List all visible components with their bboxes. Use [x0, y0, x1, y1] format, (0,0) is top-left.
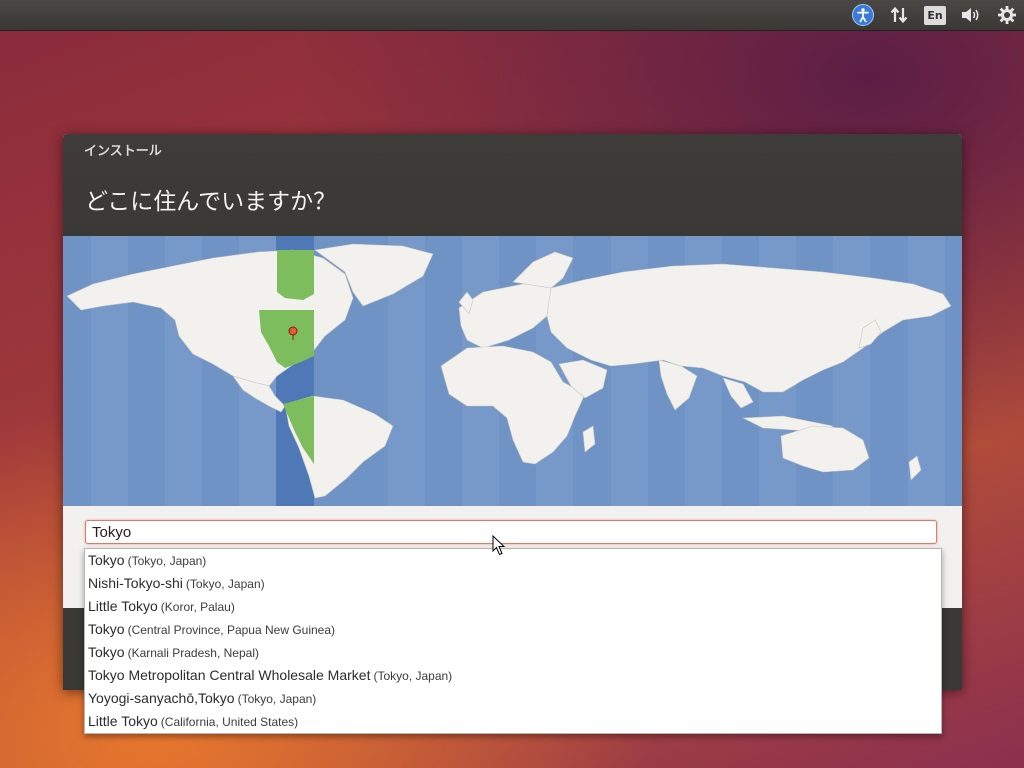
timezone-map[interactable] [63, 236, 962, 506]
mouse-pointer-icon [492, 535, 506, 556]
suggestion-item[interactable]: Tokyo (Karnali Pradesh, Nepal) [85, 641, 941, 664]
suggestion-context: (Tokyo, Japan) [373, 669, 453, 683]
suggestion-item[interactable]: Little Tokyo (Koror, Palau) [85, 595, 941, 618]
suggestion-name: Little Tokyo [88, 598, 158, 614]
suggestion-context: (Tokyo, Japan) [185, 577, 265, 591]
suggestion-context: (Koror, Palau) [160, 600, 235, 614]
top-panel: En [0, 0, 1024, 31]
suggestion-name: Tokyo [88, 644, 125, 660]
location-search-input[interactable] [85, 520, 937, 544]
power-gear-icon[interactable] [996, 4, 1018, 26]
page-heading: どこに住んでいますか？ [85, 189, 337, 215]
location-suggestion-list: Tokyo (Tokyo, Japan) Nishi-Tokyo-shi (Toky… [84, 548, 942, 734]
suggestion-context: (California, United States) [160, 715, 299, 729]
suggestion-item[interactable]: Tokyo (Tokyo, Japan) [85, 549, 941, 572]
keyboard-layout-label: En [924, 5, 946, 25]
window-titlebar: インストール どこに住んでいますか？ [63, 134, 962, 236]
suggestion-item[interactable]: Little Tokyo (California, United States) [85, 710, 941, 733]
suggestion-context: (Karnali Pradesh, Nepal) [127, 646, 259, 660]
keyboard-layout-icon[interactable]: En [924, 4, 946, 26]
suggestion-name: Nishi-Tokyo-shi [88, 575, 183, 591]
suggestion-name: Tokyo [88, 621, 125, 637]
suggestion-name: Yoyogi-sanyachō,Tokyo [88, 690, 235, 706]
accessibility-icon[interactable] [852, 4, 874, 26]
suggestion-name: Tokyo Metropolitan Central Wholesale Mar… [88, 667, 371, 683]
suggestion-context: (Tokyo, Japan) [237, 692, 317, 706]
network-icon[interactable] [888, 4, 910, 26]
window-title: インストール [84, 144, 162, 159]
suggestion-item[interactable]: Tokyo (Central Province, Papua New Guinea… [85, 618, 941, 641]
suggestion-name: Little Tokyo [88, 713, 158, 729]
suggestion-item[interactable]: Yoyogi-sanyachō,Tokyo (Tokyo, Japan) [85, 687, 941, 710]
suggestion-name: Tokyo [88, 552, 125, 568]
volume-icon[interactable] [960, 4, 982, 26]
indicator-area: En [852, 3, 1018, 27]
suggestion-context: (Tokyo, Japan) [127, 554, 207, 568]
suggestion-context: (Central Province, Papua New Guinea) [127, 623, 336, 637]
world-map-graphic [63, 236, 962, 506]
suggestion-item[interactable]: Nishi-Tokyo-shi (Tokyo, Japan) [85, 572, 941, 595]
suggestion-item[interactable]: Tokyo Metropolitan Central Wholesale Mar… [85, 664, 941, 687]
